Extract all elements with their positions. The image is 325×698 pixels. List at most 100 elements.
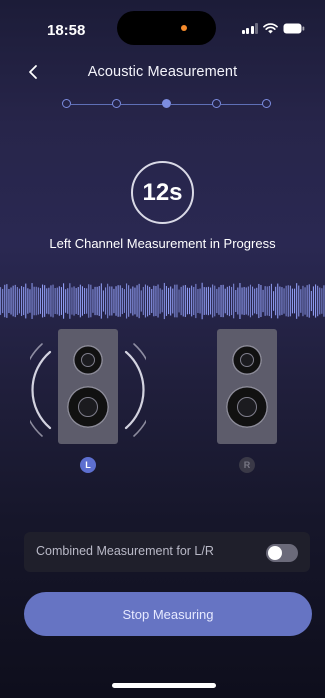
combined-measurement-toggle[interactable]: [266, 544, 298, 562]
waveform-bar: [298, 285, 300, 317]
waveform-bar: [287, 285, 289, 317]
right-channel-badge: R: [239, 457, 255, 473]
waveform-bar: [142, 286, 144, 316]
waveform-bar: [48, 287, 50, 315]
waveform-bar: [291, 288, 293, 314]
waveform-bar: [21, 286, 23, 316]
stop-measuring-button[interactable]: Stop Measuring: [24, 592, 312, 636]
waveform-bar: [304, 287, 306, 315]
waveform-bar: [264, 286, 266, 316]
right-speaker-tweeter: [232, 345, 262, 375]
waveform-bar: [134, 287, 136, 315]
waveform-bar: [210, 287, 212, 315]
waveform-bar: [84, 287, 86, 315]
waveform-bar: [96, 286, 98, 316]
waveform-bar: [73, 286, 75, 316]
waveform-bar: [23, 286, 25, 316]
waveform-bar: [312, 286, 314, 316]
page-title: Acoustic Measurement: [87, 64, 238, 80]
wifi-icon: [263, 23, 278, 34]
waveform-bar: [258, 283, 260, 319]
stepper-line-1: [71, 104, 113, 106]
waveform-bar: [220, 284, 222, 318]
waveform-bar: [25, 283, 27, 319]
waveform-bar: [310, 290, 312, 312]
waveform-bar: [77, 287, 79, 315]
waveform-bar: [92, 289, 94, 313]
waveform-bar: [115, 286, 117, 316]
waveform-bar: [256, 287, 258, 315]
waveform-bar: [172, 288, 174, 314]
phone-screen: 18:58 Acoustic Measurement 12s Left Chan…: [0, 0, 325, 698]
step-dot-4: [212, 99, 221, 108]
waveform-bar: [18, 288, 20, 314]
waveform-bar: [0, 287, 2, 315]
waveform-bar: [279, 286, 281, 316]
waveform-bar: [222, 284, 224, 318]
waveform-bar: [186, 287, 188, 315]
waveform-bar: [12, 285, 14, 317]
waveform-bar: [153, 285, 155, 317]
waveform-bar: [174, 284, 176, 318]
waveform-bar: [111, 286, 113, 316]
waveform-bar: [207, 286, 209, 316]
waveform-bar: [281, 287, 283, 315]
waveform-bar: [273, 291, 275, 311]
countdown-value: 12s: [142, 178, 183, 206]
waveform-bar: [224, 288, 226, 314]
waveform-bar: [10, 287, 12, 315]
waveform-bar: [88, 284, 90, 318]
waveform-bar: [113, 288, 115, 314]
home-indicator[interactable]: [112, 683, 216, 688]
waveform-bar: [226, 286, 228, 316]
waveform-bar: [4, 284, 6, 318]
waveform-bar: [8, 288, 10, 314]
waveform-bar: [98, 286, 100, 316]
waveform-bar: [105, 287, 107, 315]
waveform-bar: [90, 284, 92, 318]
waveform-bar: [317, 285, 319, 317]
waveform-bar: [140, 290, 142, 312]
waveform-bar: [60, 287, 62, 315]
waveform-bar: [109, 286, 111, 316]
audio-waveform: [0, 282, 325, 320]
waveform-bar: [126, 283, 128, 319]
waveform-bar: [283, 288, 285, 314]
waveform-bar: [189, 287, 191, 315]
waveform-bar: [136, 285, 138, 317]
waveform-bar: [58, 286, 60, 316]
waveform-bar: [123, 289, 125, 313]
stepper-line-2: [121, 104, 163, 106]
waveform-bar: [157, 284, 159, 318]
waveform-bar: [54, 288, 56, 314]
waveform-bar: [268, 285, 270, 317]
waveform-bar: [262, 289, 264, 313]
waveform-bar: [270, 283, 272, 319]
waveform-bar: [319, 287, 321, 315]
waveform-bar: [35, 286, 37, 316]
combined-measurement-row: Combined Measurement for L/R: [24, 532, 310, 572]
left-speaker-tweeter: [73, 345, 103, 375]
waveform-bar: [266, 286, 268, 316]
waveform-bar: [27, 288, 29, 314]
waveform-bar: [214, 285, 216, 317]
waveform-bar: [239, 283, 241, 319]
waveform-bar: [182, 285, 184, 317]
waveform-bar: [277, 283, 279, 319]
waveform-bar: [42, 284, 44, 318]
waveform-bar: [128, 285, 130, 317]
waveform-bar: [176, 284, 178, 318]
waveform-bar: [132, 286, 134, 316]
waveform-bar: [306, 285, 308, 317]
status-time: 18:58: [47, 22, 86, 39]
waveform-bar: [231, 286, 233, 316]
waveform-bar: [216, 288, 218, 314]
waveform-bar: [203, 287, 205, 315]
right-speaker-woofer: [226, 386, 268, 428]
waveform-bar: [321, 288, 323, 314]
step-dot-3: [162, 99, 171, 108]
waveform-bar: [94, 286, 96, 316]
stepper-line-4: [221, 104, 263, 106]
waveform-bar: [147, 285, 149, 317]
measurement-status-text: Left Channel Measurement in Progress: [49, 236, 276, 251]
